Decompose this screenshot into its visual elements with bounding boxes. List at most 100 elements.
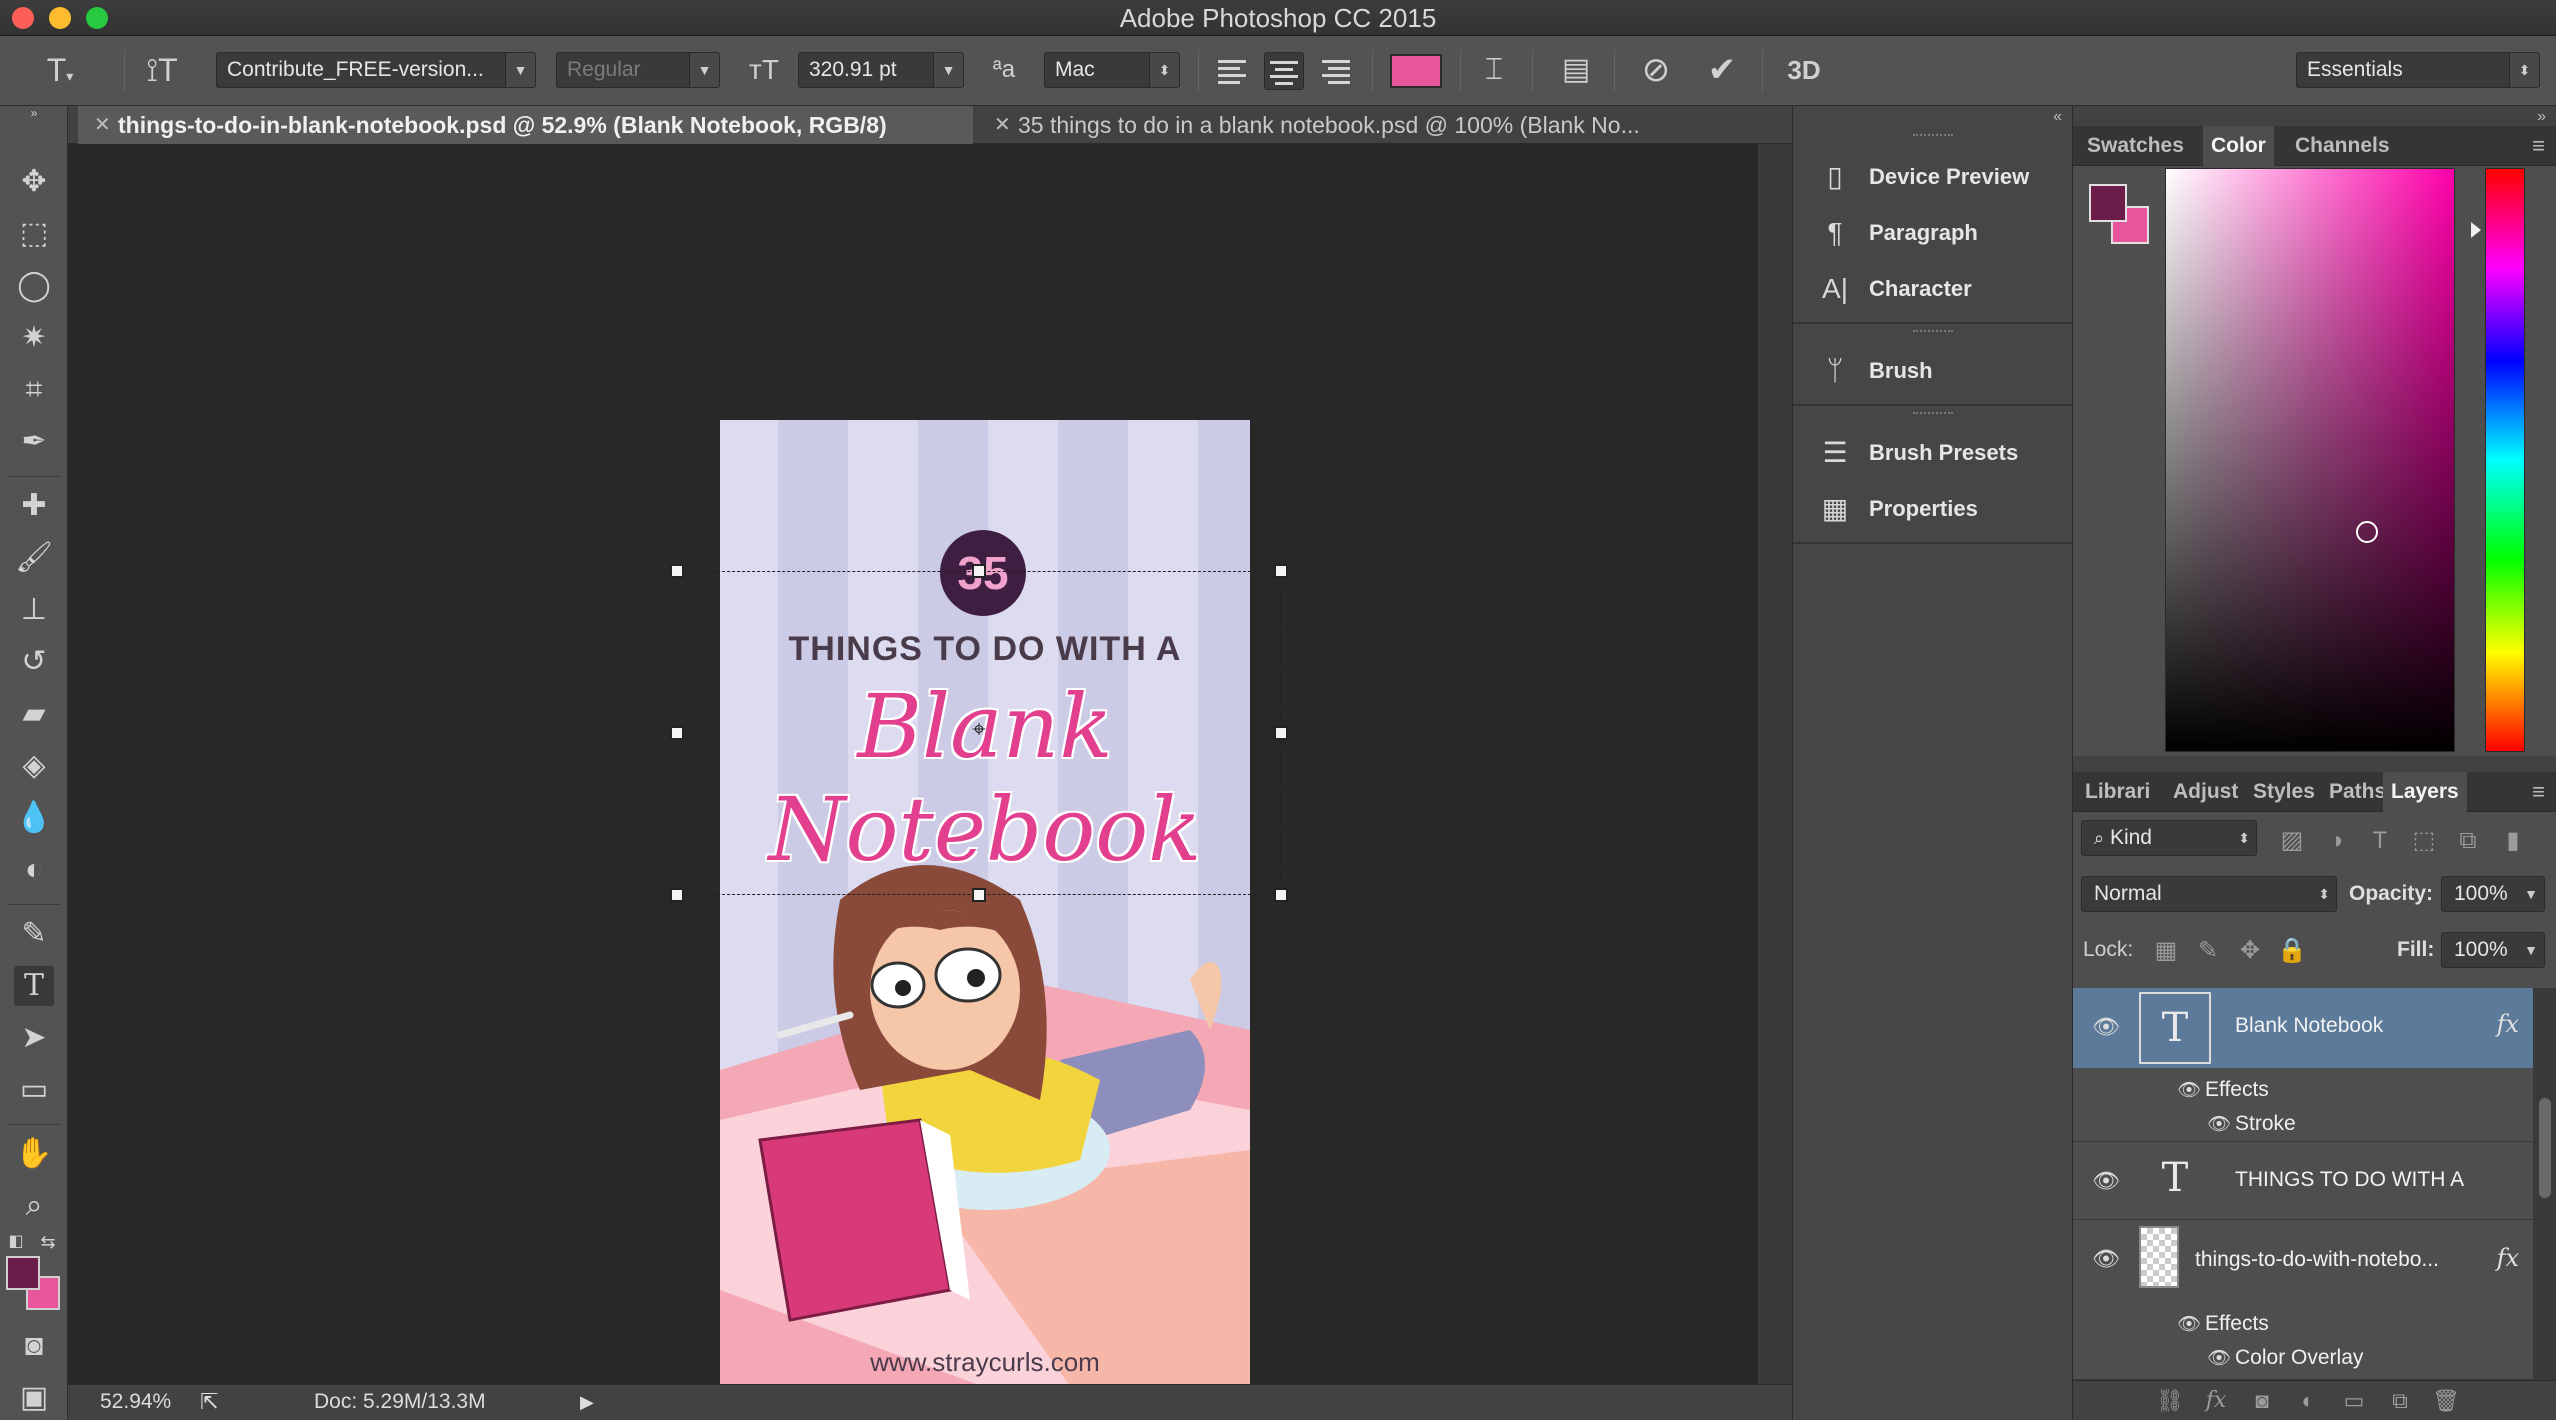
visibility-eye-icon[interactable]: 👁: [2091, 1244, 2121, 1274]
filter-shape-icon[interactable]: ⬚: [2409, 826, 2439, 856]
warp-text-icon[interactable]: ⌶: [1474, 50, 1514, 90]
collapse-dock-icon[interactable]: »: [2537, 108, 2546, 126]
antialias-dropdown[interactable]: Mac ⬍: [1044, 52, 1180, 88]
status-menu-arrow-icon[interactable]: ▶: [580, 1385, 594, 1419]
effect-eye-icon[interactable]: 👁: [2177, 1312, 2205, 1336]
zoom-level[interactable]: 52.94%: [100, 1385, 171, 1419]
filter-kind-dropdown[interactable]: ⌕ Kind ⬍: [2081, 820, 2257, 856]
character-panel-button[interactable]: A| Character: [1815, 264, 1972, 314]
link-layers-icon[interactable]: ⛓: [2153, 1387, 2187, 1415]
new-group-icon[interactable]: ▭: [2337, 1387, 2371, 1415]
brush-presets-panel-button[interactable]: ☰ Brush Presets: [1815, 428, 2018, 478]
eraser-tool-icon[interactable]: ▰: [14, 694, 54, 734]
visibility-eye-icon[interactable]: 👁: [2091, 1166, 2121, 1196]
layer-effects-icon[interactable]: fx: [2497, 1010, 2519, 1038]
text-color-swatch[interactable]: [1390, 54, 1442, 88]
dock-grip[interactable]: [1913, 330, 1953, 336]
fill-field[interactable]: 100% ▼: [2441, 932, 2545, 968]
reference-point-icon[interactable]: ⌖: [967, 718, 991, 742]
hue-slider-arrow-icon[interactable]: [2471, 222, 2481, 238]
tab-layers[interactable]: Layers: [2383, 772, 2467, 812]
type-tool-icon[interactable]: T: [14, 966, 54, 1006]
layer-name[interactable]: Blank Notebook: [2235, 1014, 2383, 1038]
visibility-eye-icon[interactable]: 👁: [2091, 1012, 2121, 1042]
crop-tool-icon[interactable]: ⌗: [14, 370, 54, 410]
panels-toggle-icon[interactable]: ▤: [1556, 50, 1596, 90]
lock-transparent-icon[interactable]: ▦: [2151, 936, 2181, 966]
tab-document-2[interactable]: ✕ 35 things to do in a blank notebook.ps…: [978, 106, 1778, 144]
tab-libraries[interactable]: Librari: [2077, 772, 2158, 812]
magic-wand-tool-icon[interactable]: ✷: [14, 318, 54, 358]
layer-row[interactable]: 👁 T Blank Notebook fx 👁 Effects 👁 Stroke: [2073, 988, 2533, 1142]
toggle-text-orientation-icon[interactable]: ⟟T: [142, 50, 182, 90]
opacity-field[interactable]: 100% ▼: [2441, 876, 2545, 912]
transform-handle-right[interactable]: [1274, 726, 1288, 740]
transform-handle-bottom-right[interactable]: [1274, 888, 1288, 902]
layers-scrollbar[interactable]: [2533, 988, 2556, 1380]
zoom-tool-icon[interactable]: ⌕: [14, 1186, 54, 1226]
move-tool-icon[interactable]: ✥: [14, 162, 54, 202]
font-size-field[interactable]: 320.91 pt ▼: [798, 52, 964, 88]
font-style-dropdown[interactable]: Regular ▼: [556, 52, 720, 88]
effect-eye-icon[interactable]: 👁: [2207, 1112, 2235, 1136]
transform-handle-top-left[interactable]: [670, 564, 684, 578]
three-d-button[interactable]: 3D: [1782, 50, 1826, 90]
path-selection-tool-icon[interactable]: ➤: [14, 1018, 54, 1058]
color-picker-field[interactable]: [2165, 168, 2455, 752]
paint-bucket-tool-icon[interactable]: ◈: [14, 746, 54, 786]
new-adjustment-icon[interactable]: ◐: [2291, 1387, 2325, 1415]
filter-adjustment-icon[interactable]: ◑: [2321, 826, 2351, 856]
lock-image-icon[interactable]: ✎: [2193, 936, 2223, 966]
eyedropper-tool-icon[interactable]: ✒: [14, 422, 54, 462]
pen-tool-icon[interactable]: ✎: [14, 914, 54, 954]
brush-panel-button[interactable]: ᛘ Brush: [1815, 346, 1933, 396]
panel-menu-icon[interactable]: ≡: [2532, 772, 2545, 812]
transform-handle-bottom-left[interactable]: [670, 888, 684, 902]
canvas-area[interactable]: 35 THINGS TO DO WITH A Blank Notebook ww…: [68, 144, 1758, 1400]
lasso-tool-icon[interactable]: ◯: [14, 266, 54, 306]
layer-name[interactable]: THINGS TO DO WITH A: [2235, 1168, 2464, 1192]
blend-mode-dropdown[interactable]: Normal ⬍: [2081, 876, 2337, 912]
properties-panel-button[interactable]: ▦ Properties: [1815, 484, 1978, 534]
foreground-color-swatch[interactable]: [2089, 184, 2127, 222]
share-icon[interactable]: ⇱: [200, 1385, 218, 1419]
dodge-tool-icon[interactable]: ◐: [14, 850, 54, 890]
tab-color[interactable]: Color: [2203, 126, 2274, 166]
quick-mask-icon[interactable]: ◙: [14, 1326, 54, 1366]
paragraph-panel-button[interactable]: ¶ Paragraph: [1815, 208, 1977, 258]
transform-handle-top[interactable]: [972, 564, 986, 578]
align-center-button[interactable]: [1264, 52, 1304, 90]
expand-dock-icon[interactable]: «: [2053, 108, 2062, 126]
swap-colors-icon[interactable]: ⇆: [36, 1230, 60, 1254]
filter-pixel-icon[interactable]: ▨: [2277, 826, 2307, 856]
dock-grip[interactable]: [1913, 134, 1953, 140]
healing-brush-tool-icon[interactable]: ✚: [14, 486, 54, 526]
close-icon[interactable]: ✕: [994, 106, 1011, 144]
close-icon[interactable]: ✕: [94, 106, 111, 144]
scrollbar-thumb[interactable]: [2539, 1098, 2551, 1198]
effects-row[interactable]: 👁 Effects: [2177, 1078, 2269, 1102]
color-picker-cursor[interactable]: [2356, 521, 2378, 543]
add-mask-icon[interactable]: ◙: [2245, 1387, 2279, 1415]
blur-tool-icon[interactable]: 💧: [14, 798, 54, 838]
effect-eye-icon[interactable]: 👁: [2207, 1346, 2235, 1370]
transform-handle-left[interactable]: [670, 726, 684, 740]
tab-styles[interactable]: Styles: [2245, 772, 2323, 812]
rectangle-tool-icon[interactable]: ▭: [14, 1070, 54, 1110]
effect-stroke-row[interactable]: 👁 Stroke: [2207, 1112, 2296, 1136]
effect-color-overlay-row[interactable]: 👁 Color Overlay: [2207, 1346, 2363, 1370]
collapse-toolbar-icon[interactable]: »: [14, 106, 54, 120]
panel-menu-icon[interactable]: ≡: [2532, 126, 2545, 166]
effect-eye-icon[interactable]: 👁: [2177, 1078, 2205, 1102]
brush-tool-icon[interactable]: 🖌: [14, 538, 54, 578]
add-style-icon[interactable]: fx: [2199, 1387, 2233, 1415]
cancel-edits-icon[interactable]: ⊘: [1636, 50, 1676, 90]
tab-channels[interactable]: Channels: [2287, 126, 2398, 166]
hand-tool-icon[interactable]: ✋: [14, 1134, 54, 1174]
effects-row[interactable]: 👁 Effects: [2177, 1312, 2269, 1336]
type-tool-preset-icon[interactable]: T▾: [40, 50, 80, 90]
layer-row[interactable]: 👁 things-to-do-with-notebo... fx 👁 Effect…: [2073, 1220, 2533, 1380]
foreground-color-swatch[interactable]: [6, 1256, 40, 1290]
layer-row[interactable]: 👁 T THINGS TO DO WITH A: [2073, 1142, 2533, 1220]
default-colors-icon[interactable]: ◧: [4, 1230, 28, 1254]
